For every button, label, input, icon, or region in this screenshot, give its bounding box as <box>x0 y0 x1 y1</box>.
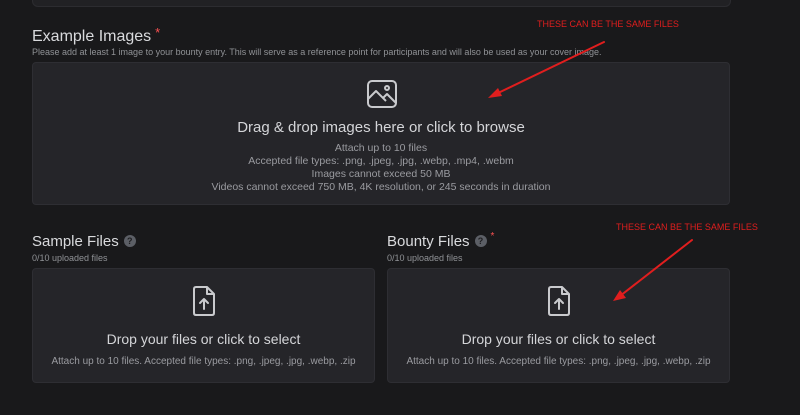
bounty-files-title: Bounty Files? * <box>387 231 495 250</box>
bounty-files-label: Bounty Files <box>387 233 470 250</box>
dropzone-video-limit: Videos cannot exceed 750 MB, 4K resoluti… <box>211 181 551 193</box>
example-images-description: Please add at least 1 image to your boun… <box>32 47 602 57</box>
sample-files-dropzone[interactable]: Drop your files or click to select Attac… <box>32 268 375 383</box>
example-images-label: Example Images <box>32 28 152 45</box>
dropzone-hint: Attach up to 10 files. Accepted file typ… <box>51 356 356 367</box>
required-indicator: * <box>155 25 161 40</box>
file-upload-icon <box>548 286 570 316</box>
sample-files-title: Sample Files? <box>32 233 136 250</box>
dropzone-title: Drop your files or click to select <box>106 331 301 347</box>
dropzone-file-types: Accepted file types: .png, .jpeg, .jpg, … <box>248 155 514 167</box>
image-icon <box>367 80 397 108</box>
previous-section-edge <box>32 0 731 7</box>
sample-files-count: 0/10 uploaded files <box>32 253 108 263</box>
dropzone-title: Drop your files or click to select <box>461 331 656 347</box>
example-images-dropzone[interactable]: Drag & drop images here or click to brow… <box>32 62 730 205</box>
bounty-files-dropzone[interactable]: Drop your files or click to select Attac… <box>387 268 730 383</box>
annotation-right: THESE CAN BE THE SAME FILES <box>616 222 758 232</box>
dropzone-image-size: Images cannot exceed 50 MB <box>311 168 451 180</box>
example-images-title: Example Images * <box>32 25 161 46</box>
annotation-top: THESE CAN BE THE SAME FILES <box>537 19 679 29</box>
bounty-files-count: 0/10 uploaded files <box>387 253 463 263</box>
sample-files-label: Sample Files <box>32 233 119 250</box>
help-icon[interactable]: ? <box>474 235 487 247</box>
required-indicator: * <box>490 231 495 242</box>
dropzone-title: Drag & drop images here or click to brow… <box>237 119 525 136</box>
help-icon[interactable]: ? <box>123 235 136 247</box>
dropzone-limit-text: Attach up to 10 files <box>334 142 428 154</box>
file-upload-icon <box>193 286 215 316</box>
dropzone-hint: Attach up to 10 files. Accepted file typ… <box>406 356 711 367</box>
